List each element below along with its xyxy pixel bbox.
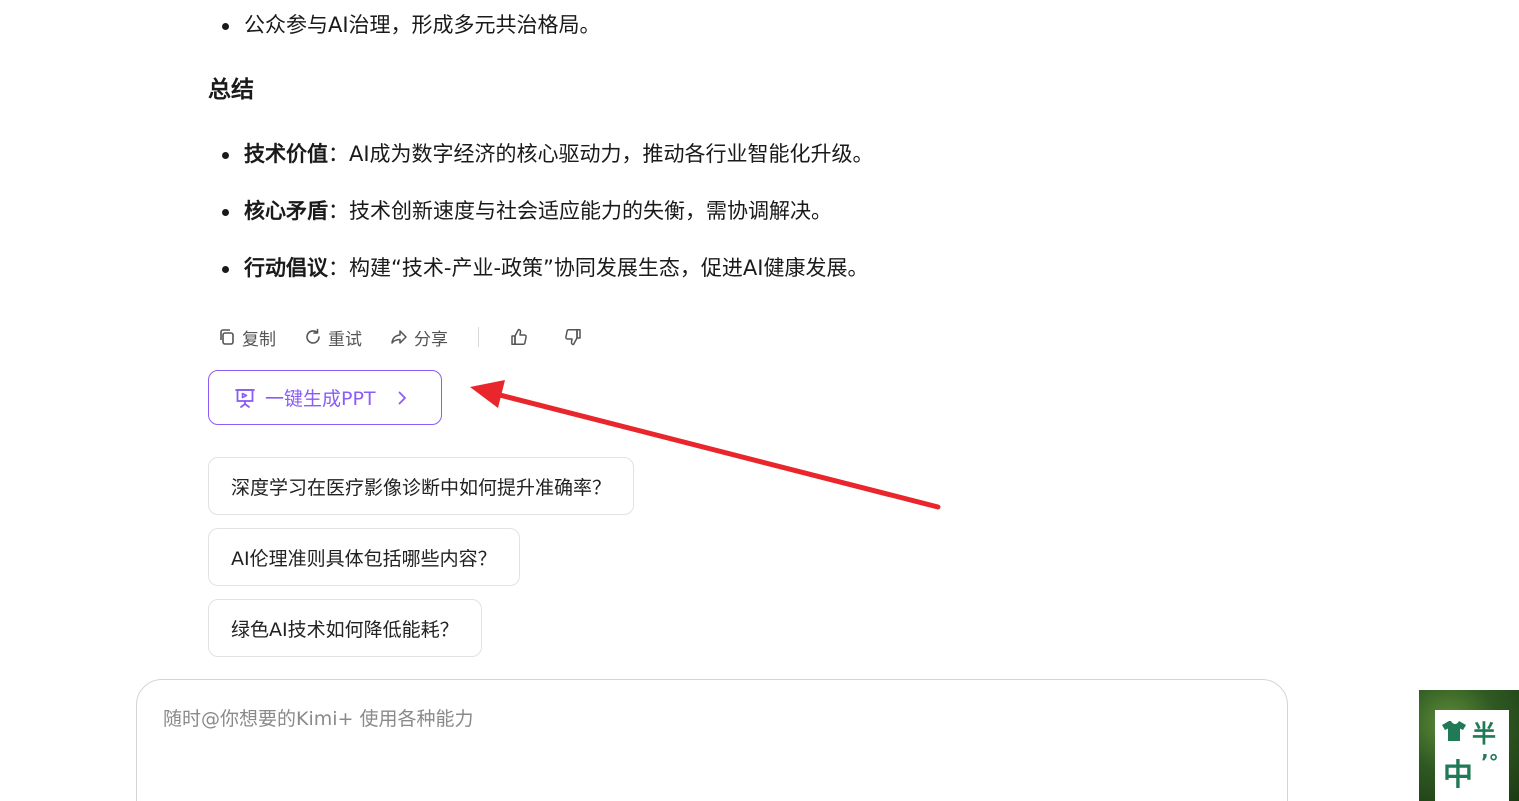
chat-input-box[interactable] [136, 679, 1288, 801]
action-divider [478, 327, 479, 347]
share-button[interactable]: 分享 [390, 325, 448, 350]
summary-item-core-conflict: 核心矛盾：技术创新速度与社会适应能力的失衡，需协调解决。 [222, 196, 874, 226]
copy-label: 复制 [242, 329, 276, 350]
chat-input[interactable] [163, 704, 1261, 764]
summary-item-tech-value: 技术价值：AI成为数字经济的核心驱动力，推动各行业智能化升级。 [222, 139, 874, 169]
summary-item-separator: ： [328, 142, 349, 166]
logo-card: 半 中 ’° [1435, 710, 1509, 801]
chat-page: 公众参与AI治理，形成多元共治格局。 总结 技术价值：AI成为数字经济的核心驱动… [0, 0, 1519, 801]
summary-item-label: 核心矛盾 [244, 199, 328, 223]
summary-item-text: AI成为数字经济的核心驱动力，推动各行业智能化升级。 [349, 142, 874, 166]
logo-mark: ’° [1481, 750, 1499, 774]
suggested-question[interactable]: 绿色AI技术如何降低能耗？ [208, 599, 482, 657]
logo-char-bottom: 中 [1443, 758, 1473, 793]
summary-item-text: 构建“技术-产业-政策”协同发展生态，促进AI健康发展。 [349, 256, 869, 280]
list-item-text: 公众参与AI治理，形成多元共治格局。 [244, 13, 601, 37]
suggested-question[interactable]: 深度学习在医疗影像诊断中如何提升准确率？ [208, 457, 635, 515]
suggested-question[interactable]: AI伦理准则具体包括哪些内容？ [208, 528, 520, 586]
copy-icon [220, 329, 234, 345]
summary-heading: 总结 [208, 77, 254, 103]
share-label: 分享 [414, 329, 448, 350]
summary-item-label: 技术价值 [244, 142, 328, 166]
summary-item-separator: ： [328, 256, 349, 280]
generate-ppt-label: 一键生成PPT [265, 388, 376, 410]
summary-item-separator: ： [328, 199, 349, 223]
share-arrow-icon [391, 330, 407, 344]
summary-item-label: 行动倡议 [244, 256, 328, 280]
summary-item-text: 技术创新速度与社会适应能力的失衡，需协调解决。 [349, 199, 832, 223]
logo-char-top: 半 [1472, 720, 1496, 748]
like-button[interactable] [509, 327, 529, 347]
corner-logo-widget[interactable]: 半 中 ’° [1419, 690, 1519, 801]
suggested-question-text: 绿色AI技术如何降低能耗？ [231, 618, 459, 641]
list-item: 公众参与AI治理，形成多元共治格局。 [222, 10, 601, 40]
chevron-right-icon [398, 391, 406, 404]
refresh-icon [306, 328, 320, 344]
summary-item-action-proposal: 行动倡议：构建“技术-产业-政策”协同发展生态，促进AI健康发展。 [222, 253, 874, 283]
tshirt-icon [1442, 721, 1466, 741]
thumbs-up-icon [511, 328, 527, 345]
presentation-icon [235, 388, 255, 408]
copy-button[interactable]: 复制 [218, 325, 276, 350]
generate-ppt-button[interactable]: 一键生成PPT [208, 370, 442, 425]
previous-bullet-list: 公众参与AI治理，形成多元共治格局。 [222, 10, 601, 40]
suggested-question-text: AI伦理准则具体包括哪些内容？ [231, 547, 497, 570]
retry-button[interactable]: 重试 [304, 325, 362, 350]
dislike-button[interactable] [563, 327, 583, 347]
retry-label: 重试 [328, 329, 362, 350]
thumbs-down-icon [565, 329, 581, 346]
summary-list: 技术价值：AI成为数字经济的核心驱动力，推动各行业智能化升级。 核心矛盾：技术创… [222, 139, 874, 310]
message-action-bar: 复制 重试 分享 [218, 324, 617, 350]
suggested-question-text: 深度学习在医疗影像诊断中如何提升准确率？ [231, 476, 612, 499]
